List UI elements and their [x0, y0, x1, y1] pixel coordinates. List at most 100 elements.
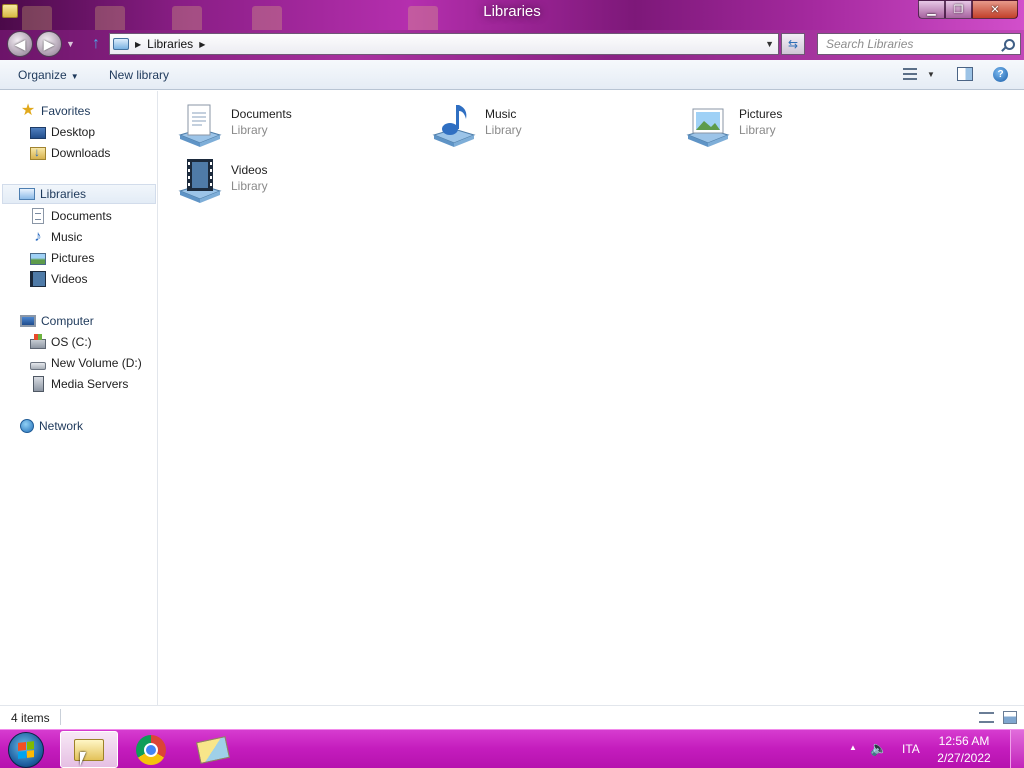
library-type: Library [231, 179, 268, 193]
libraries-icon [113, 38, 129, 50]
library-tile-music[interactable]: Music Library [430, 97, 670, 149]
preview-pane-icon[interactable] [957, 67, 973, 81]
item-count: 4 items [11, 711, 50, 725]
network-icon [20, 419, 34, 433]
new-library-button[interactable]: New library [109, 68, 169, 82]
library-tile-documents[interactable]: Documents Library [176, 97, 416, 149]
forward-arrow-icon: ▶ [43, 35, 55, 52]
taskbar-folder[interactable] [184, 731, 242, 768]
library-type: Library [231, 123, 268, 137]
music-library-icon [432, 105, 476, 147]
nav-computer[interactable]: Computer [20, 311, 94, 331]
search-icon[interactable] [1004, 39, 1015, 50]
desktop-icon [30, 127, 46, 139]
close-icon: ✕ [990, 4, 1000, 16]
folder-icon [196, 735, 230, 764]
refresh-icon: ⇆ [787, 37, 799, 51]
nav-item-label: Downloads [51, 146, 111, 160]
large-icons-view-icon[interactable] [1003, 711, 1017, 724]
libraries-icon [19, 188, 35, 200]
command-bar: Organize ▼ New library ▼ ? [0, 60, 1024, 90]
nav-item-pictures[interactable]: Pictures [30, 248, 94, 268]
library-type: Library [485, 123, 522, 137]
search-input[interactable]: Search Libraries [817, 33, 1021, 55]
title-bar: Libraries ▁ ❐ ✕ [0, 0, 1024, 36]
nav-item-desktop[interactable]: Desktop [30, 122, 95, 142]
back-arrow-icon: ◀ [14, 35, 26, 52]
mouse-cursor-icon [80, 752, 86, 766]
windows-logo-icon [18, 741, 34, 759]
show-desktop-button[interactable] [1010, 730, 1024, 768]
library-tile-videos[interactable]: Videos Library [176, 153, 416, 205]
documents-library-icon [178, 104, 222, 147]
show-hidden-icons-icon[interactable]: ▲ [849, 743, 857, 752]
status-bar: 4 items [0, 705, 1024, 729]
nav-favorites-label: Favorites [41, 104, 91, 118]
refresh-button[interactable]: ⇆ [781, 33, 805, 55]
change-view-icon[interactable] [903, 68, 917, 80]
start-button[interactable] [8, 732, 44, 768]
picture-icon [30, 253, 46, 265]
explorer-icon [74, 738, 104, 761]
nav-item-label: Documents [51, 209, 112, 223]
library-name: Pictures [739, 107, 783, 121]
status-divider [60, 709, 61, 725]
address-bar[interactable]: ▶ Libraries ▶ ▼ [109, 33, 779, 55]
view-options-dropdown[interactable]: ▼ [927, 70, 935, 79]
drive-icon [30, 334, 46, 349]
clock-date: 2/27/2022 [937, 751, 991, 765]
search-placeholder: Search Libraries [826, 37, 914, 51]
nav-item-drive-d[interactable]: New Volume (D:) [30, 353, 142, 373]
minimize-icon: ▁ [927, 4, 936, 16]
window-title: Libraries [483, 3, 541, 20]
taskbar-explorer[interactable] [60, 731, 118, 768]
server-icon [33, 376, 44, 392]
nav-item-media-servers[interactable]: Media Servers [30, 374, 128, 394]
address-history-dropdown[interactable]: ▼ [765, 39, 774, 49]
video-icon [30, 271, 46, 287]
up-arrow-icon[interactable]: ↑ [88, 34, 104, 54]
restore-icon: ❐ [953, 4, 964, 16]
nav-item-label: Videos [51, 272, 88, 286]
videos-library-icon [178, 159, 222, 203]
pictures-library-icon [686, 108, 730, 147]
breadcrumb-libraries[interactable]: Libraries [147, 37, 193, 51]
library-type: Library [739, 123, 776, 137]
nav-item-music[interactable]: ♪ Music [30, 227, 82, 247]
nav-item-drive-c[interactable]: OS (C:) [30, 332, 92, 352]
taskbar-chrome[interactable] [122, 731, 180, 768]
system-clock[interactable]: 12:56 AM 2/27/2022 [930, 733, 998, 767]
breadcrumb-chevron-icon[interactable]: ▶ [135, 40, 141, 49]
chevron-down-icon: ▼ [70, 72, 79, 81]
music-icon: ♪ [34, 228, 42, 245]
organize-button[interactable]: Organize ▼ [18, 68, 79, 82]
nav-libraries[interactable]: Libraries [2, 184, 156, 204]
star-icon: ★ [20, 102, 36, 119]
library-name: Videos [231, 163, 268, 177]
chrome-icon [136, 734, 166, 765]
clock-time: 12:56 AM [938, 734, 990, 748]
computer-icon [20, 315, 36, 327]
close-button[interactable]: ✕ [972, 0, 1018, 19]
nav-item-downloads[interactable]: Downloads [30, 143, 110, 163]
nav-computer-label: Computer [41, 314, 94, 328]
library-name: Documents [231, 107, 292, 121]
nav-network-label: Network [39, 419, 84, 433]
nav-network[interactable]: Network [20, 416, 83, 436]
restore-button[interactable]: ❐ [945, 0, 972, 19]
back-button[interactable]: ◀ [7, 31, 33, 57]
drive-icon [30, 361, 46, 370]
library-tile-pictures[interactable]: Pictures Library [684, 97, 924, 149]
forward-button[interactable]: ▶ [36, 31, 62, 57]
nav-item-videos[interactable]: Videos [30, 269, 87, 289]
breadcrumb-chevron-icon[interactable]: ▶ [199, 40, 205, 49]
details-view-icon[interactable] [979, 712, 994, 723]
help-icon[interactable]: ? [993, 67, 1008, 82]
language-indicator[interactable]: ITA [902, 742, 920, 756]
navigation-pane: ★ Favorites Desktop Downloads Libraries D… [0, 91, 158, 705]
recent-pages-dropdown[interactable]: ▼ [66, 39, 75, 49]
nav-favorites[interactable]: ★ Favorites [20, 101, 91, 121]
nav-item-documents[interactable]: Documents [30, 206, 112, 226]
minimize-button[interactable]: ▁ [918, 0, 945, 19]
volume-icon[interactable]: 🔈 [870, 740, 887, 757]
